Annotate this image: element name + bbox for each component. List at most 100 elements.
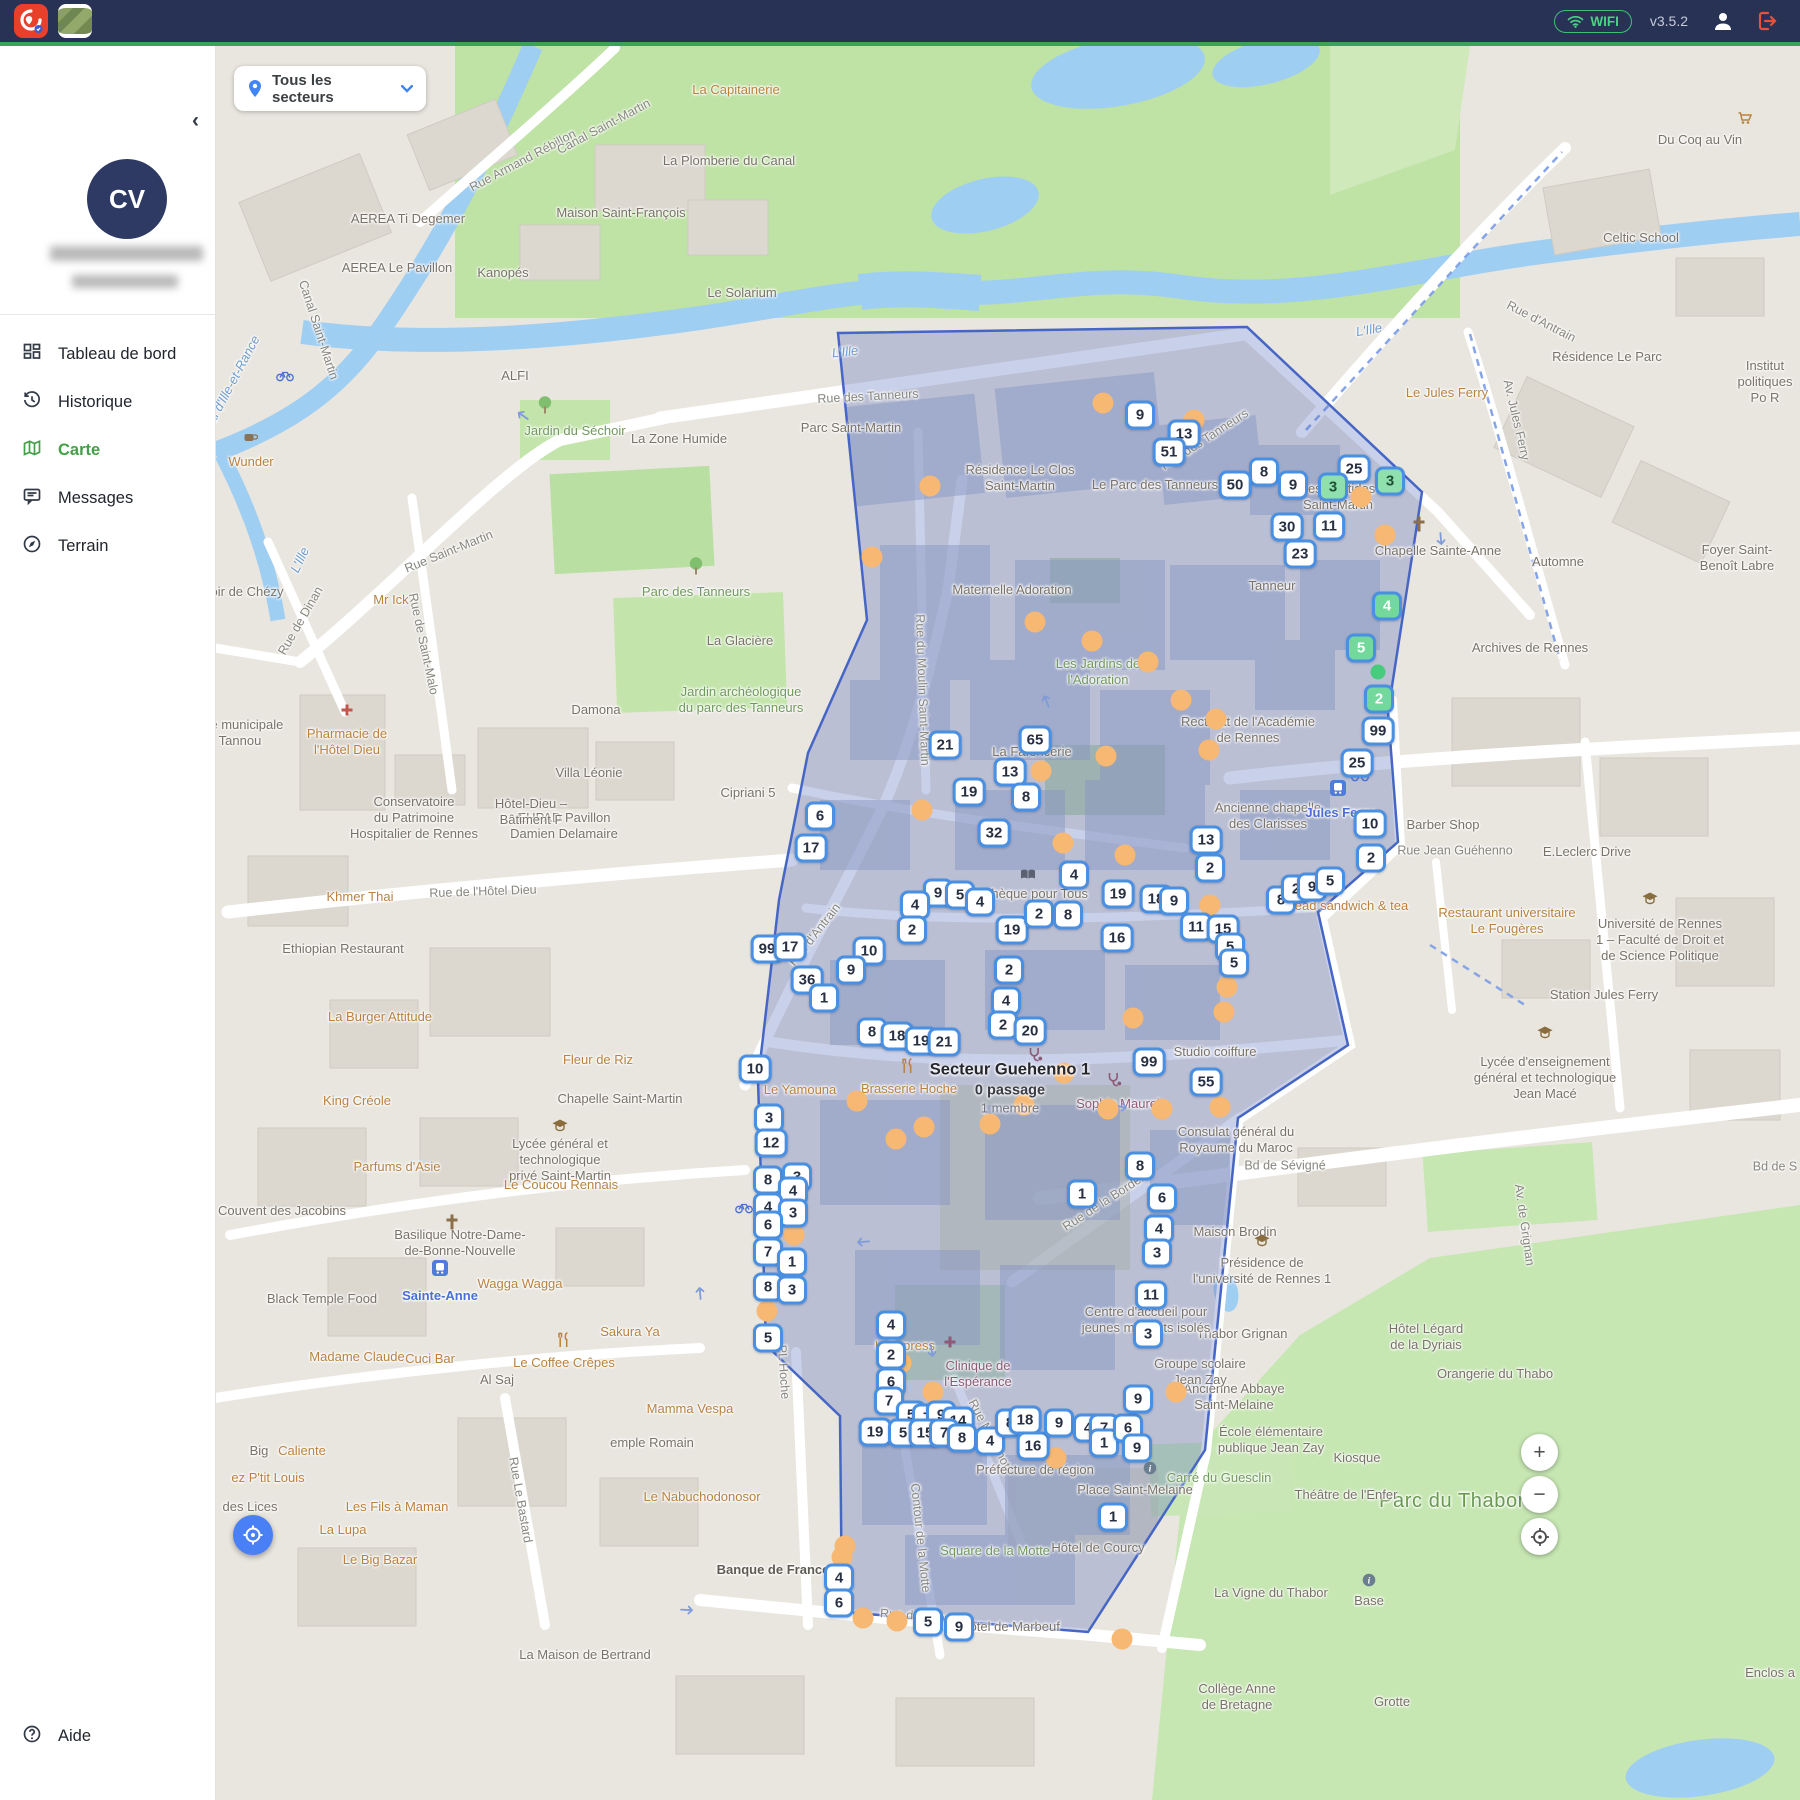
passage-dot[interactable] [1093, 393, 1114, 414]
map-marker[interactable]: 17 [774, 933, 807, 962]
map-marker[interactable]: 4 [876, 1311, 906, 1340]
map-marker[interactable]: 1 [1067, 1180, 1097, 1209]
map-marker[interactable]: 9 [1122, 1434, 1152, 1463]
passage-dot[interactable] [912, 800, 933, 821]
map-marker[interactable]: 2 [1195, 854, 1225, 883]
map-marker[interactable]: 19 [953, 778, 986, 807]
passage-dot[interactable] [923, 1382, 944, 1403]
passage-dot[interactable] [853, 1608, 874, 1629]
passage-dot[interactable] [1123, 1008, 1144, 1029]
map-marker[interactable]: 21 [929, 731, 962, 760]
passage-dot[interactable] [1214, 1002, 1235, 1023]
sidebar-item-terrain[interactable]: Terrain [0, 522, 215, 570]
map-marker[interactable]: 6 [753, 1211, 783, 1240]
map-marker[interactable]: 1 [1098, 1503, 1128, 1532]
recenter-button[interactable] [1521, 1518, 1558, 1555]
passage-dot[interactable] [1152, 1099, 1173, 1120]
map-marker[interactable]: 8 [1053, 901, 1083, 930]
map-marker[interactable]: 11 [1135, 1281, 1167, 1310]
map-marker[interactable]: 6 [1147, 1184, 1177, 1213]
map-marker[interactable]: 30 [1271, 513, 1304, 542]
map-marker[interactable]: 6 [824, 1589, 854, 1618]
map-marker[interactable]: 5 [913, 1608, 943, 1637]
passage-dot[interactable] [1115, 845, 1136, 866]
map-marker[interactable]: 1 [809, 984, 839, 1013]
sidebar-item-messages[interactable]: Messages [0, 474, 215, 522]
map-marker[interactable]: 99 [1133, 1048, 1166, 1077]
map-marker[interactable]: 13 [1190, 826, 1223, 855]
map-marker[interactable]: 4 [1372, 592, 1402, 621]
passage-dot[interactable] [1098, 1099, 1119, 1120]
map-marker[interactable]: 9 [1125, 401, 1155, 430]
zoom-in-button[interactable]: + [1521, 1434, 1558, 1471]
passage-dot[interactable] [1217, 977, 1238, 998]
map-marker[interactable]: 8 [947, 1424, 977, 1453]
passage-dot[interactable] [980, 1114, 1001, 1135]
map-marker[interactable]: 21 [928, 1028, 961, 1057]
passage-dot[interactable] [1112, 1629, 1133, 1650]
passage-dot[interactable] [914, 1117, 935, 1138]
logout-icon[interactable] [1756, 10, 1780, 32]
passage-dot[interactable] [1166, 1382, 1187, 1403]
passage-dot[interactable] [1171, 690, 1192, 711]
map-marker[interactable]: 16 [1017, 1432, 1050, 1461]
green-dot[interactable] [1371, 665, 1386, 680]
zoom-out-button[interactable]: − [1521, 1476, 1558, 1513]
passage-dot[interactable] [1375, 525, 1396, 546]
map-marker[interactable]: 9 [1123, 1385, 1153, 1414]
passage-dot[interactable] [1138, 652, 1159, 673]
passage-dot[interactable] [757, 1301, 778, 1322]
map-marker[interactable]: 9 [836, 956, 866, 985]
map-marker[interactable]: 8 [1011, 783, 1041, 812]
map-marker[interactable]: 9 [1044, 1409, 1074, 1438]
map-marker[interactable]: 3 [1375, 467, 1405, 496]
map-marker[interactable]: 50 [1219, 471, 1252, 500]
map-marker[interactable]: 11 [1313, 512, 1345, 541]
passage-dot[interactable] [862, 547, 883, 568]
passage-dot[interactable] [886, 1129, 907, 1150]
sidebar-item-historique[interactable]: Historique [0, 378, 215, 426]
map-marker[interactable]: 99 [1362, 717, 1395, 746]
map-marker[interactable]: 2 [994, 956, 1024, 985]
sidebar-collapse-button[interactable]: ‹ [186, 108, 205, 134]
map-marker[interactable]: 23 [1284, 540, 1317, 569]
passage-dot[interactable] [784, 1225, 805, 1246]
passage-dot[interactable] [1206, 709, 1227, 730]
map-marker[interactable]: 17 [795, 834, 828, 863]
passage-dot[interactable] [1054, 1063, 1075, 1084]
map-marker[interactable]: 9 [1278, 471, 1308, 500]
map-marker[interactable]: 5 [1346, 634, 1376, 663]
passage-dot[interactable] [1053, 833, 1074, 854]
map-marker[interactable]: 10 [739, 1055, 772, 1084]
map-marker[interactable]: 5 [1219, 949, 1249, 978]
map-marker[interactable]: 2 [1356, 844, 1386, 873]
passage-dot[interactable] [920, 476, 941, 497]
map-marker[interactable]: 2 [1364, 685, 1394, 714]
map-marker[interactable]: 16 [1101, 924, 1134, 953]
map-marker[interactable]: 2 [1024, 900, 1054, 929]
map-marker[interactable]: 65 [1019, 726, 1052, 755]
map-marker[interactable]: 32 [978, 819, 1011, 848]
map-marker[interactable]: 3 [777, 1276, 807, 1305]
map-marker[interactable]: 2 [897, 916, 927, 945]
map-marker[interactable]: 5 [1315, 867, 1345, 896]
sidebar-item-aide[interactable]: Aide [0, 1712, 215, 1760]
map-marker[interactable]: 10 [1354, 810, 1387, 839]
passage-dot[interactable] [887, 1611, 908, 1632]
sector-selector-dropdown[interactable]: Tous les secteurs [234, 66, 426, 111]
map-marker[interactable]: 12 [755, 1129, 788, 1158]
map-marker[interactable]: 20 [1014, 1017, 1047, 1046]
passage-dot[interactable] [1031, 761, 1052, 782]
map-marker[interactable]: 6 [805, 802, 835, 831]
passage-dot[interactable] [847, 1091, 868, 1112]
user-icon[interactable] [1712, 11, 1734, 31]
map-marker[interactable]: 25 [1341, 749, 1374, 778]
passage-dot[interactable] [1082, 631, 1103, 652]
map-marker[interactable]: 4 [1059, 861, 1089, 890]
map-marker[interactable]: 9 [1159, 887, 1189, 916]
map-marker[interactable]: 8 [1125, 1152, 1155, 1181]
map-marker[interactable]: 18 [1009, 1406, 1042, 1435]
photo-thumbnail[interactable] [58, 4, 92, 38]
passage-dot[interactable] [1210, 1097, 1231, 1118]
map-marker[interactable]: 51 [1153, 438, 1186, 467]
